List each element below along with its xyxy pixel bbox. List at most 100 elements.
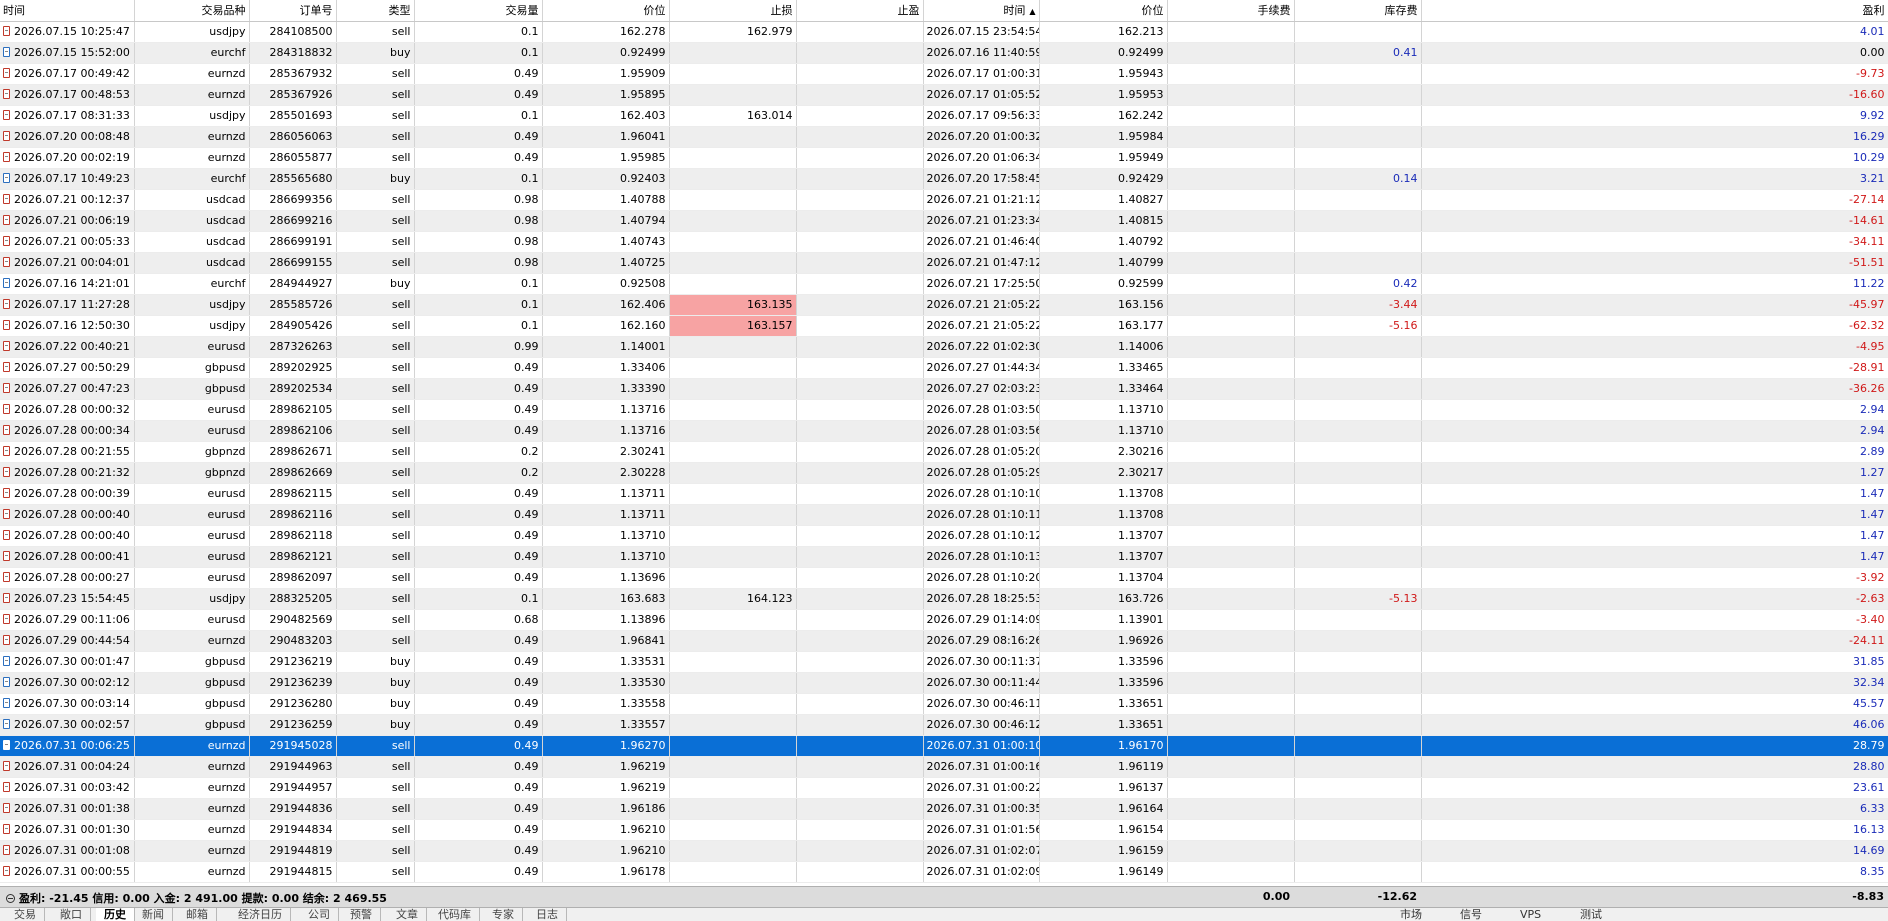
table-row[interactable]: 2026.07.17 08:31:33 usdjpy 285501693 sell 0.… xyxy=(0,105,1888,127)
header-volume[interactable]: 交易量 xyxy=(414,0,543,22)
cell-price: 1.95909 xyxy=(542,63,670,85)
table-row[interactable]: 2026.07.30 00:02:12 gbpusd 291236239 buy 0.4… xyxy=(0,672,1888,694)
tab-0[interactable]: 交易 xyxy=(6,908,45,921)
header-stop-loss[interactable]: 止损 xyxy=(669,0,797,22)
tab-10[interactable]: 专家 xyxy=(484,908,523,921)
table-row[interactable]: 2026.07.28 00:00:39 eurusd 289862115 sell 0.… xyxy=(0,483,1888,505)
cell-profit: 46.06 xyxy=(1421,714,1888,736)
table-row[interactable]: 2026.07.31 00:01:30 eurnzd 291944834 sell 0.… xyxy=(0,819,1888,841)
table-row[interactable]: 2026.07.16 14:21:01 eurchf 284944927 buy 0.1… xyxy=(0,273,1888,295)
table-row[interactable]: 2026.07.28 00:00:32 eurusd 289862105 sell 0.… xyxy=(0,399,1888,421)
table-row[interactable]: 2026.07.16 12:50:30 usdjpy 284905426 sell 0.… xyxy=(0,315,1888,337)
header-close-price[interactable]: 价位 xyxy=(1039,0,1168,22)
table-row[interactable]: 2026.07.28 00:00:27 eurusd 289862097 sell 0.… xyxy=(0,567,1888,589)
table-row[interactable]: 2026.07.30 00:03:14 gbpusd 291236280 buy 0.4… xyxy=(0,693,1888,715)
tab-4[interactable]: 邮箱 xyxy=(178,908,217,921)
tab-9[interactable]: 代码库 xyxy=(430,908,480,921)
sell-deal-icon xyxy=(3,110,10,120)
table-row[interactable]: 2026.07.31 00:06:25 eurnzd 291945028 sell 0.… xyxy=(0,735,1888,757)
cell-volume: 0.49 xyxy=(414,861,543,883)
cell-profit: -2.63 xyxy=(1421,588,1888,610)
table-row[interactable]: 2026.07.28 00:00:34 eurusd 289862106 sell 0.… xyxy=(0,420,1888,442)
table-row[interactable]: 2026.07.21 00:04:01 usdcad 286699155 sell 0.… xyxy=(0,252,1888,274)
header-take-profit[interactable]: 止盈 xyxy=(796,0,924,22)
tab-1[interactable]: 敞口 xyxy=(52,908,91,921)
table-row[interactable]: 2026.07.27 00:47:23 gbpusd 289202534 sell 0.… xyxy=(0,378,1888,400)
table-row[interactable]: 2026.07.21 00:06:19 usdcad 286699216 sell 0.… xyxy=(0,210,1888,232)
cell-open-time: 2026.07.31 00:01:38 xyxy=(0,798,135,820)
cell-close-time: 2026.07.29 08:16:26 xyxy=(923,630,1040,652)
cell-stop-loss xyxy=(669,630,797,652)
table-row[interactable]: 2026.07.23 15:54:45 usdjpy 288325205 sell 0.… xyxy=(0,588,1888,610)
tab-3[interactable]: 新闻 xyxy=(134,908,173,921)
cell-order: 289862669 xyxy=(249,462,337,484)
table-row[interactable]: 2026.07.27 00:50:29 gbpusd 289202925 sell 0.… xyxy=(0,357,1888,379)
table-row[interactable]: 2026.07.17 00:49:42 eurnzd 285367932 sell 0.… xyxy=(0,63,1888,85)
table-row[interactable]: 2026.07.21 00:05:33 usdcad 286699191 sell 0.… xyxy=(0,231,1888,253)
header-price[interactable]: 价位 xyxy=(542,0,670,22)
table-row[interactable]: 2026.07.31 00:01:38 eurnzd 291944836 sell 0.… xyxy=(0,798,1888,820)
cell-stop-loss xyxy=(669,126,797,148)
table-row[interactable]: 2026.07.21 00:12:37 usdcad 286699356 sell 0.… xyxy=(0,189,1888,211)
header-commission[interactable]: 手续费 xyxy=(1167,0,1295,22)
table-row[interactable]: 2026.07.20 00:08:48 eurnzd 286056063 sell 0.… xyxy=(0,126,1888,148)
header-symbol[interactable]: 交易品种 xyxy=(134,0,250,22)
table-row[interactable]: 2026.07.31 00:00:55 eurnzd 291944815 sell 0.… xyxy=(0,861,1888,883)
table-row[interactable]: 2026.07.29 00:44:54 eurnzd 290483203 sell 0.… xyxy=(0,630,1888,652)
tab-5[interactable]: 经济日历 xyxy=(230,908,291,921)
table-row[interactable]: 2026.07.28 00:00:40 eurusd 289862118 sell 0.… xyxy=(0,525,1888,547)
open-time-text: 2026.07.28 00:21:32 xyxy=(14,466,130,479)
table-row[interactable]: 2026.07.17 11:27:28 usdjpy 285585726 sell 0.… xyxy=(0,294,1888,316)
tab-7[interactable]: 预警 xyxy=(342,908,381,921)
cell-type: buy xyxy=(336,693,415,715)
table-row[interactable]: 2026.07.15 10:25:47 usdjpy 284108500 sell 0.… xyxy=(0,21,1888,43)
table-row[interactable]: 2026.07.28 00:00:41 eurusd 289862121 sell 0.… xyxy=(0,546,1888,568)
table-row[interactable]: 2026.07.22 00:40:21 eurusd 287326263 sell 0.… xyxy=(0,336,1888,358)
header-close-time[interactable]: 时间 ▲ xyxy=(923,0,1040,22)
tab-8[interactable]: 文章 xyxy=(388,908,427,921)
cell-close-price: 1.95984 xyxy=(1039,126,1168,148)
cell-close-price: 0.92599 xyxy=(1039,273,1168,295)
tab-2[interactable]: 历史 xyxy=(96,908,135,921)
table-row[interactable]: 2026.07.31 00:03:42 eurnzd 291944957 sell 0.… xyxy=(0,777,1888,799)
cell-swap xyxy=(1294,546,1422,568)
header-swap[interactable]: 库存费 xyxy=(1294,0,1422,22)
status-item-0[interactable]: 市场 xyxy=(1400,908,1422,921)
cell-order: 291236219 xyxy=(249,651,337,673)
cell-close-price: 1.13710 xyxy=(1039,399,1168,421)
cell-symbol: gbpusd xyxy=(134,714,250,736)
table-row[interactable]: 2026.07.31 00:01:08 eurnzd 291944819 sell 0.… xyxy=(0,840,1888,862)
cell-close-price: 2.30217 xyxy=(1039,462,1168,484)
header-type[interactable]: 类型 xyxy=(336,0,415,22)
cell-take-profit xyxy=(796,567,924,589)
cell-order: 291944815 xyxy=(249,861,337,883)
cell-swap xyxy=(1294,819,1422,841)
table-row[interactable]: 2026.07.17 00:48:53 eurnzd 285367926 sell 0.… xyxy=(0,84,1888,106)
status-item-3[interactable]: 测试 xyxy=(1580,908,1602,921)
table-row[interactable]: 2026.07.28 00:00:40 eurusd 289862116 sell 0.… xyxy=(0,504,1888,526)
status-item-1[interactable]: 信号 xyxy=(1460,908,1482,921)
table-row[interactable]: 2026.07.28 00:21:32 gbpnzd 289862669 sell 0.… xyxy=(0,462,1888,484)
table-row[interactable]: 2026.07.20 00:02:19 eurnzd 286055877 sell 0.… xyxy=(0,147,1888,169)
tab-6[interactable]: 公司 xyxy=(300,908,339,921)
header-open-time[interactable]: 时间 xyxy=(0,0,135,22)
sell-deal-icon xyxy=(3,404,10,414)
cell-symbol: gbpusd xyxy=(134,378,250,400)
table-row[interactable]: 2026.07.30 00:01:47 gbpusd 291236219 buy 0.4… xyxy=(0,651,1888,673)
table-row[interactable]: 2026.07.28 00:21:55 gbpnzd 289862671 sell 0.… xyxy=(0,441,1888,463)
collapse-minus-icon[interactable] xyxy=(6,894,15,903)
header-order[interactable]: 订单号 xyxy=(249,0,337,22)
cell-volume: 0.49 xyxy=(414,483,543,505)
header-profit[interactable]: 盈利 xyxy=(1421,0,1888,22)
table-row[interactable]: 2026.07.29 00:11:06 eurusd 290482569 sell 0.… xyxy=(0,609,1888,631)
table-row[interactable]: 2026.07.30 00:02:57 gbpusd 291236259 buy 0.4… xyxy=(0,714,1888,736)
table-row[interactable]: 2026.07.17 10:49:23 eurchf 285565680 buy 0.1… xyxy=(0,168,1888,190)
cell-symbol: eurnzd xyxy=(134,861,250,883)
cell-take-profit xyxy=(796,168,924,190)
tab-11[interactable]: 日志 xyxy=(528,908,567,921)
table-row[interactable]: 2026.07.15 15:52:00 eurchf 284318832 buy 0.1… xyxy=(0,42,1888,64)
buy-deal-icon xyxy=(3,677,10,687)
table-row[interactable]: 2026.07.31 00:04:24 eurnzd 291944963 sell 0.… xyxy=(0,756,1888,778)
status-item-2[interactable]: VPS xyxy=(1520,908,1541,921)
cell-close-price: 1.40792 xyxy=(1039,231,1168,253)
